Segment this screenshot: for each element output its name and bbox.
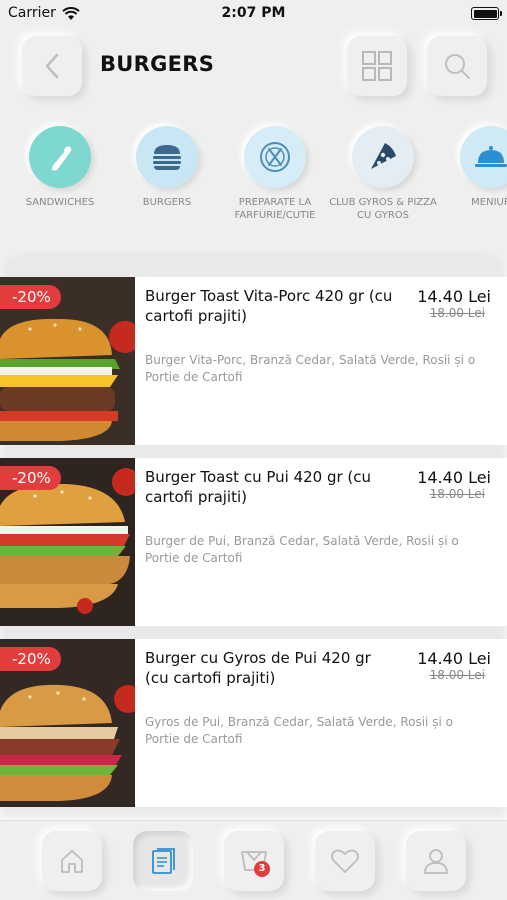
- battery-icon: [471, 7, 502, 20]
- product-name: Burger cu Gyros de Pui 420 gr (cu cartof…: [145, 649, 371, 687]
- category-club-gyros[interactable]: CLUB GYROS & PIZZA CU GYROS: [328, 126, 438, 222]
- grid-icon: [362, 51, 392, 81]
- category-meniuri[interactable]: MENIUR: [436, 126, 507, 209]
- discount-badge: -20%: [0, 647, 61, 671]
- burger-icon: [153, 145, 181, 170]
- product-card[interactable]: -20% Burger Toast Vita-Porc 420 gr (cu c…: [0, 277, 507, 445]
- search-button[interactable]: [427, 36, 487, 96]
- product-name: Burger Toast Vita-Porc 420 gr (cu cartof…: [145, 287, 393, 325]
- category-label: SANDWICHES: [25, 197, 95, 208]
- product-image: -20%: [0, 639, 135, 807]
- discount-badge: -20%: [0, 466, 61, 490]
- discount-badge: -20%: [0, 285, 61, 309]
- tab-home[interactable]: [42, 831, 102, 891]
- tab-profile[interactable]: [406, 831, 466, 891]
- product-card[interactable]: -20% Burger Toast cu Pui 420 gr (cu cart…: [0, 458, 507, 626]
- category-burgers[interactable]: BURGERS: [112, 126, 222, 209]
- product-price: 14.40 Lei: [417, 287, 491, 306]
- chevron-left-icon: [45, 53, 59, 79]
- status-time: 2:07 PM: [221, 5, 286, 21]
- product-card[interactable]: -20% Burger cu Gyros de Pui 420 gr (cu c…: [0, 639, 507, 807]
- back-button[interactable]: [22, 36, 82, 96]
- cart-badge: 3: [254, 861, 270, 877]
- category-carousel[interactable]: SANDWICHES BURGERS PREPARATE LA FARFURIE…: [0, 120, 507, 230]
- category-circle: [244, 126, 306, 188]
- tab-cart[interactable]: 3: [224, 831, 284, 891]
- tab-menu[interactable]: [133, 831, 193, 891]
- product-price: 14.40 Lei: [417, 649, 491, 668]
- menu-list-icon: [152, 848, 175, 874]
- category-circle: [352, 126, 414, 188]
- category-circle: [136, 126, 198, 188]
- product-image: -20%: [0, 277, 135, 445]
- category-label: MENIUR: [471, 197, 507, 208]
- profile-icon: [424, 849, 448, 874]
- cloche-icon: [475, 146, 507, 167]
- product-old-price: 18.00 Lei: [429, 668, 485, 682]
- plate-cutlery-icon: [260, 142, 290, 172]
- heart-icon: [331, 849, 359, 873]
- product-price: 14.40 Lei: [417, 468, 491, 487]
- category-circle: [460, 126, 507, 188]
- page-title: BURGERS: [100, 52, 215, 76]
- product-description: Burger Vita-Porc, Branză Cedar, Salată V…: [145, 353, 476, 384]
- tab-bar: 3: [0, 820, 507, 900]
- category-label: PREPARATE LA FARFURIE/CUTIE: [234, 197, 316, 221]
- category-circle: [29, 126, 91, 188]
- wrap-icon: [51, 146, 72, 171]
- category-preparate[interactable]: PREPARATE LA FARFURIE/CUTIE: [220, 126, 330, 222]
- pizza-icon: [371, 143, 396, 169]
- product-old-price: 18.00 Lei: [429, 487, 485, 501]
- tab-favorites[interactable]: [315, 831, 375, 891]
- product-name: Burger Toast cu Pui 420 gr (cu cartofi p…: [145, 468, 372, 506]
- search-icon: [445, 54, 470, 79]
- product-list[interactable]: -20% Burger Toast Vita-Porc 420 gr (cu c…: [0, 252, 507, 820]
- status-bar: Carrier 2:07 PM: [0, 0, 507, 28]
- category-label: BURGERS: [142, 197, 192, 208]
- category-sandwiches[interactable]: SANDWICHES: [5, 126, 115, 209]
- home-icon: [61, 850, 83, 873]
- product-description: Burger de Pui, Branză Cedar, Salată Verd…: [145, 534, 459, 565]
- product-old-price: 18.00 Lei: [429, 306, 485, 320]
- product-image: -20%: [0, 458, 135, 626]
- product-description: Gyros de Pui, Branză Cedar, Salată Verde…: [145, 715, 453, 746]
- category-label: CLUB GYROS & PIZZA CU GYROS: [329, 197, 437, 221]
- grid-view-button[interactable]: [347, 36, 407, 96]
